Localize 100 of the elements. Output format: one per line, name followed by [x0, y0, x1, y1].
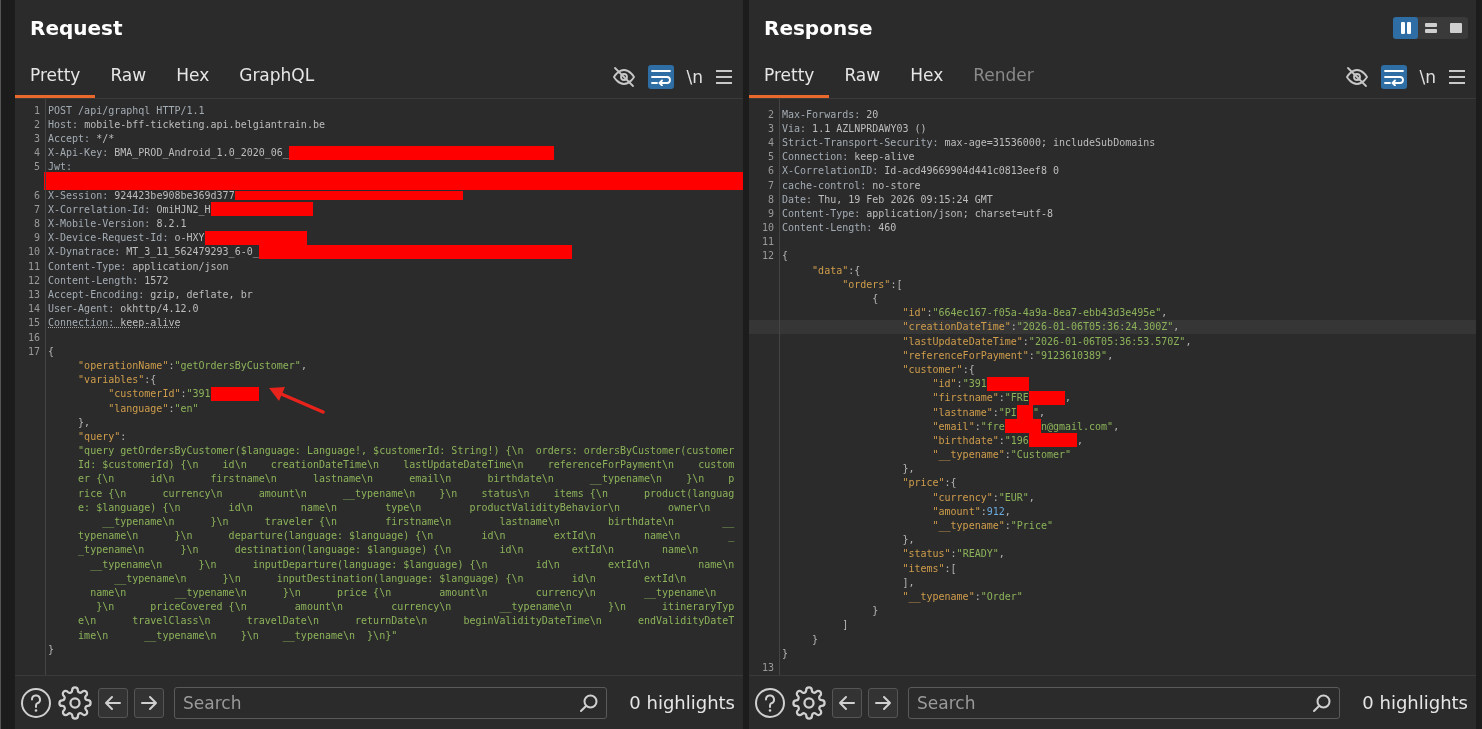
- code-line: X-Device-Request-Id: o-HXY: [48, 232, 205, 244]
- tab[interactable]: GraphQL: [224, 55, 330, 98]
- line-number: 2: [32, 118, 41, 130]
- code-line: "__typename":"Order": [901, 590, 1023, 602]
- code-line: X-Api-Key: BMA_PROD_Android_1.0_2020_06_: [48, 147, 289, 159]
- code-line: "firstname":"FRE: [931, 392, 1029, 404]
- code-line: X-Dynatrace: MT_3_11_562479293_6-0_: [48, 246, 259, 258]
- side-by-side-layout-button[interactable]: [1393, 16, 1418, 39]
- line-number: 11: [760, 236, 775, 248]
- line-number: 10: [760, 222, 775, 234]
- code-line: Connection: keep-alive: [782, 151, 915, 163]
- code-line: },: [77, 416, 91, 428]
- code-line: X-Mobile-Version: 8.2.1: [48, 218, 187, 230]
- settings-icon[interactable]: [792, 685, 826, 720]
- tab[interactable]: Hex: [161, 55, 225, 98]
- code-line: "operationName":"getOrdersByCustomer",: [77, 359, 307, 371]
- redaction-mark: [210, 386, 259, 401]
- code-line: name\n __typename\n }\n price {\n amount\n currency\n __typename\n: [89, 586, 717, 598]
- code-line: "creationDateTime":"2026-01-06T05:36:24.300Z",: [901, 321, 1180, 333]
- back-button[interactable]: [832, 687, 862, 718]
- code-line: Content-Length: 1572: [48, 274, 169, 286]
- code-line: }: [48, 643, 55, 655]
- line-number: 9: [766, 207, 775, 219]
- code-line: "__typename":"Price": [931, 520, 1053, 532]
- forward-button[interactable]: [134, 687, 164, 718]
- hidden-eye-icon[interactable]: [612, 64, 637, 89]
- word-wrap-button[interactable]: [1381, 64, 1408, 89]
- redaction-mark: [986, 376, 1029, 391]
- code-line: e\n travelClass\n travelDate\n returnDate\n beginValidityDateTime\n endValidityDateT: [77, 615, 735, 627]
- line-number: 17: [26, 345, 41, 357]
- code-line: "orders":[: [841, 278, 903, 290]
- back-button[interactable]: [98, 687, 128, 718]
- line-number: 16: [26, 331, 41, 343]
- code-line: "price":{: [901, 477, 957, 489]
- code-line: Accept-Encoding: gzip, deflate, br: [48, 289, 253, 301]
- code-line: ],: [901, 576, 915, 588]
- settings-icon[interactable]: [58, 685, 92, 720]
- code-line: Accept: */*: [48, 132, 115, 144]
- redaction-mark: [1028, 433, 1078, 448]
- code-line: },: [901, 534, 915, 546]
- code-line: Strict-Transport-Security: max-age=31536000; includeSubDomains: [782, 136, 1156, 148]
- panel-title: Response: [764, 15, 873, 40]
- code-line: Max-Forwards: 20: [782, 108, 879, 120]
- newline-toggle[interactable]: \n: [1419, 66, 1436, 87]
- forward-button[interactable]: [868, 687, 898, 718]
- code-line: "id":"391: [931, 378, 987, 390]
- line-number: 3: [766, 122, 775, 134]
- panel-title: Request: [30, 15, 123, 40]
- code-line: __typename\n }\n inputDestination(language: $language) {\n id\n extId\n: [113, 572, 687, 584]
- line-number: 6: [32, 189, 41, 201]
- code-line: "items":[: [901, 562, 957, 574]
- code-line: "status":"READY",: [901, 548, 1005, 560]
- highlights-count: 0 highlights: [629, 692, 735, 713]
- line-number: 8: [32, 218, 41, 230]
- code-line: cache-control: no-store: [782, 179, 921, 191]
- menu-icon[interactable]: [715, 68, 733, 85]
- code-line: "data":{: [811, 264, 861, 276]
- code-line: }\n priceCovered {\n amount\n currency\n __typename\n }\n itineraryTyp: [95, 601, 735, 613]
- tab[interactable]: Hex: [895, 55, 959, 98]
- help-icon[interactable]: [754, 686, 786, 719]
- code-line: "amount":912,: [931, 505, 1011, 517]
- code-line: "query":: [77, 430, 127, 442]
- code-line: POST /api/graphql HTTP/1.1: [48, 104, 205, 116]
- line-number: 5: [766, 151, 775, 163]
- code-editor[interactable]: [749, 99, 1476, 675]
- code-line: X-CorrelationID: Id-acd49669904d441c0813eef8 0: [782, 165, 1059, 177]
- line-number: 5: [32, 161, 41, 173]
- wrap-icon: [1383, 67, 1406, 86]
- tab[interactable]: Raw: [95, 55, 162, 98]
- newline-toggle[interactable]: \n: [686, 66, 703, 87]
- search-field[interactable]: Search: [908, 686, 1341, 719]
- line-number: 2: [766, 108, 775, 120]
- code-line: Connection: keep-alive: [48, 317, 181, 329]
- code-line: "query getOrdersByCustomer($language: Language!, $customerId: String!) {\n orders: ordersByCustomer(customer: [77, 445, 735, 457]
- wrap-icon: [650, 67, 673, 86]
- menu-icon[interactable]: [1448, 68, 1466, 85]
- code-line: _typename\n }\n destination(language: $language) {\n id\n extId\n name\n: [77, 544, 699, 556]
- code-line: "__typename":"Customer": [931, 449, 1071, 461]
- code-line: ,: [1065, 392, 1071, 404]
- line-number: 9: [32, 232, 41, 244]
- code-line: }: [782, 647, 789, 659]
- code-line: __typename\n }\n inputDeparture(language: $language) {\n id\n extId\n name\n: [89, 558, 735, 570]
- code-line: rice {\n currency\n amount\n __typename\n }\n status\n items {\n product(languag: [77, 487, 735, 499]
- code-line: Jwt:: [48, 161, 73, 173]
- code-line: Content-Type: application/json; charset=utf-8: [782, 207, 1053, 219]
- search-field[interactable]: Search: [174, 686, 608, 719]
- code-line: e: $language) {\n id\n name\n type\n productValidityBehavior\n owner\n: [77, 501, 711, 513]
- line-number: 4: [32, 147, 41, 159]
- code-line: {: [782, 250, 789, 262]
- line-number: 11: [26, 260, 41, 272]
- help-icon[interactable]: [20, 686, 52, 719]
- code-line: "currency":"EUR",: [931, 491, 1035, 503]
- code-line: er {\n id\n firstname\n lastname\n email\n birthdate\n __typename\n }\n p: [77, 473, 735, 485]
- search-icon: [579, 692, 600, 713]
- tab[interactable]: Raw: [829, 55, 896, 98]
- hidden-eye-icon[interactable]: [1345, 64, 1370, 89]
- code-line: X-Correlation-Id: OmiHJN2_H: [48, 203, 211, 215]
- code-line: Id: $customerId) {\n id\n creationDateTime\n lastUpdateDateTime\n referenceForPayment\n custom: [77, 459, 735, 471]
- word-wrap-button[interactable]: [648, 64, 675, 89]
- line-number: 7: [32, 203, 41, 215]
